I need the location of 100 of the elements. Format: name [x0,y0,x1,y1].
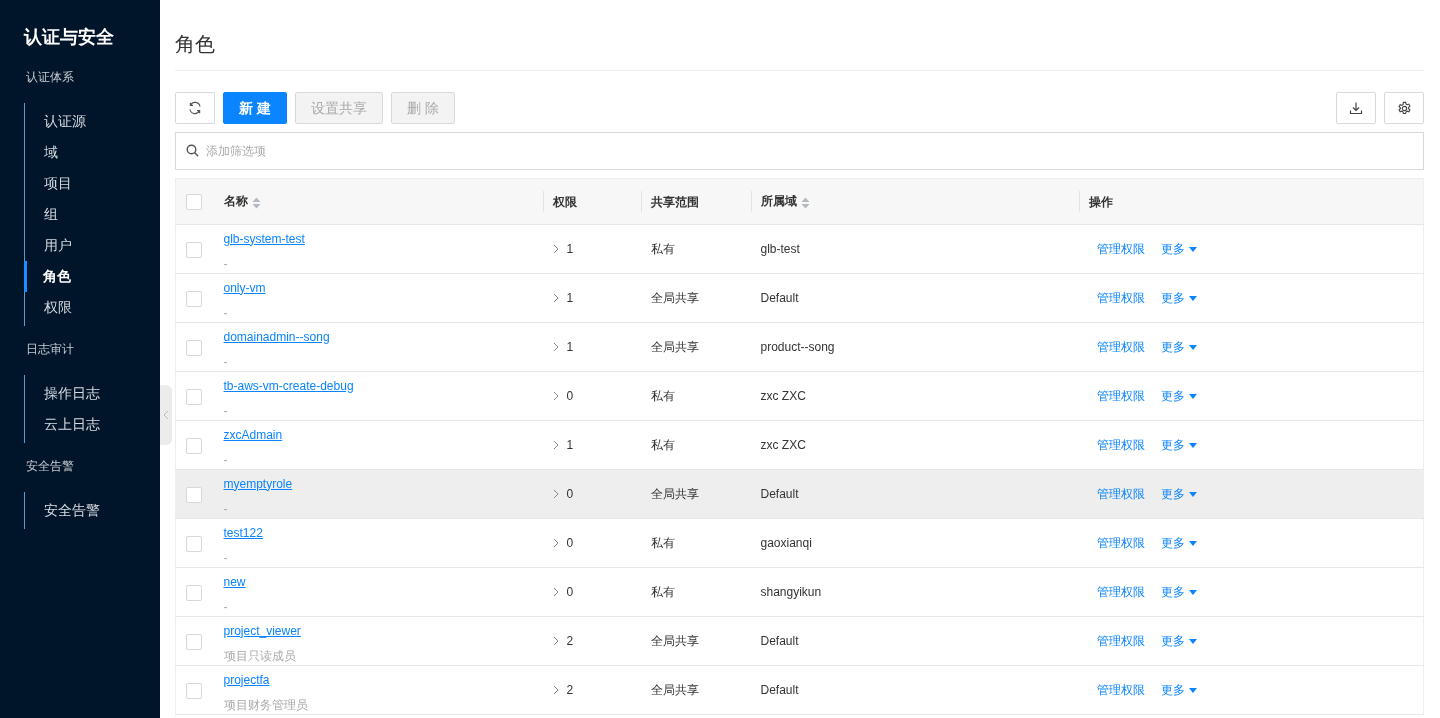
role-description: 项目只读成员 [223,647,296,664]
row-checkbox[interactable] [186,535,202,552]
more-dropdown[interactable]: 更多 [1160,681,1197,699]
permission-count: 0 [566,387,574,405]
row-checkbox[interactable] [186,486,202,503]
sidebar-item[interactable]: 用户 [25,230,125,261]
permission-count: 0 [566,485,574,503]
table-cell: Default [760,634,799,648]
role-name-link[interactable]: glb-system-test [223,230,305,247]
role-description: - [223,451,228,468]
manage-permissions-link[interactable]: 管理权限 [1096,632,1145,650]
manage-permissions-link[interactable]: 管理权限 [1096,338,1145,356]
more-dropdown[interactable]: 更多 [1160,632,1197,650]
role-name-link[interactable]: domainadmin--song [223,328,330,345]
column-header: 所属域 [760,194,797,209]
manage-permissions-link[interactable]: 管理权限 [1096,534,1145,552]
table-row[interactable]: domainadmin--song - 1 全局共享 product--song 管理权限 更多 [175,322,1424,372]
settings-button[interactable] [1384,92,1424,124]
role-description: - [223,500,228,517]
table-row[interactable]: projectfa 项目财务管理员 2 全局共享 Default 管理权限 更多 [175,665,1424,715]
more-dropdown[interactable]: 更多 [1160,387,1197,405]
table-cell: shangyikun [760,585,822,599]
role-name-link[interactable]: myemptyrole [223,475,293,492]
manage-permissions-link[interactable]: 管理权限 [1096,387,1145,405]
sidebar-item[interactable]: 安全告警 [25,495,125,526]
sidebar-item[interactable]: 项目 [25,168,125,199]
table-row[interactable]: new - 0 私有 shangyikun 管理权限 更多 [175,567,1424,617]
refresh-button[interactable] [175,92,215,124]
expand-chevron-icon[interactable] [552,586,559,597]
manage-permissions-link[interactable]: 管理权限 [1096,289,1145,307]
expand-chevron-icon[interactable] [552,243,559,254]
sidebar-item[interactable]: 域 [25,137,125,168]
role-description: 项目财务管理员 [223,696,308,713]
caret-icon [1188,246,1197,252]
row-checkbox[interactable] [186,682,202,699]
role-name-link[interactable]: new [223,573,246,590]
sidebar-item[interactable]: 认证源 [25,106,125,137]
sidebar-item[interactable]: 权限 [25,292,125,323]
table-row[interactable]: zxcAdmain - 1 私有 zxc ZXC 管理权限 更多 [175,420,1424,470]
row-checkbox[interactable] [186,339,202,356]
manage-permissions-link[interactable]: 管理权限 [1096,583,1145,601]
permission-count: 0 [566,534,574,552]
role-name-link[interactable]: test122 [223,524,263,541]
more-dropdown[interactable]: 更多 [1160,240,1197,258]
manage-permissions-link[interactable]: 管理权限 [1096,436,1145,454]
sidebar-item[interactable]: 角色 [24,261,124,292]
collapse-handle[interactable] [160,385,172,445]
table-row[interactable]: only-vm - 1 全局共享 Default 管理权限 更多 [175,273,1424,323]
expand-chevron-icon[interactable] [552,390,559,401]
role-name-link[interactable]: tb-aws-vm-create-debug [223,377,354,394]
manage-permissions-link[interactable]: 管理权限 [1096,240,1145,258]
role-name-link[interactable]: zxcAdmain [223,426,283,443]
table-cell: 全局共享 [650,291,699,305]
search-field[interactable]: 添加筛选项 [175,132,1424,170]
sidebar-item[interactable]: 云上日志 [25,409,125,440]
expand-chevron-icon[interactable] [552,488,559,499]
more-dropdown[interactable]: 更多 [1160,289,1197,307]
more-dropdown[interactable]: 更多 [1160,583,1197,601]
more-dropdown[interactable]: 更多 [1160,534,1197,552]
table-row[interactable]: test122 - 0 私有 gaoxianqi 管理权限 更多 [175,518,1424,568]
sidebar-item[interactable]: 组 [25,199,125,230]
table-cell: Default [760,291,799,305]
role-name-link[interactable]: project_viewer [223,622,301,639]
expand-chevron-icon[interactable] [552,292,559,303]
select-all-checkbox[interactable] [186,194,202,211]
manage-permissions-link[interactable]: 管理权限 [1096,485,1145,503]
row-checkbox[interactable] [186,388,202,405]
expand-chevron-icon[interactable] [552,341,559,352]
row-checkbox[interactable] [186,584,202,601]
more-dropdown[interactable]: 更多 [1160,485,1197,503]
row-checkbox[interactable] [186,241,202,258]
more-dropdown[interactable]: 更多 [1160,436,1197,454]
caret-icon [1188,344,1197,350]
role-name-link[interactable]: only-vm [223,279,266,296]
table-row[interactable]: project_viewer 项目只读成员 2 全局共享 Default 管理权限 更多 [175,616,1424,666]
more-dropdown[interactable]: 更多 [1160,338,1197,356]
expand-chevron-icon[interactable] [552,537,559,548]
role-description: - [223,353,228,370]
sidebar-item[interactable]: 操作日志 [25,378,125,409]
table-cell: Default [760,683,799,697]
role-name-link[interactable]: projectfa [223,671,270,688]
expand-chevron-icon[interactable] [552,684,559,695]
manage-permissions-link[interactable]: 管理权限 [1096,681,1145,699]
role-description: - [223,598,228,615]
expand-chevron-icon[interactable] [552,635,559,646]
table-cell: 全局共享 [650,683,699,697]
row-checkbox[interactable] [186,633,202,650]
row-checkbox[interactable] [186,437,202,454]
table-row[interactable]: tb-aws-vm-create-debug - 0 私有 zxc ZXC 管理权限 更多 [175,371,1424,421]
sidebar-group-label: 认证体系 [26,69,74,86]
sidebar-group-label: 安全告警 [26,458,74,475]
table-row[interactable]: glb-system-test - 1 私有 glb-test 管理权限 更多 [175,224,1424,274]
download-button[interactable] [1336,92,1376,124]
table-row[interactable]: myemptyrole - 0 全局共享 Default 管理权限 更多 [175,469,1424,519]
create-button[interactable]: 新 建 [223,92,287,124]
permission-count: 1 [566,436,574,454]
page-title: 角色 [175,32,215,56]
expand-chevron-icon[interactable] [552,439,559,450]
row-checkbox[interactable] [186,290,202,307]
table-cell: 私有 [650,585,675,599]
